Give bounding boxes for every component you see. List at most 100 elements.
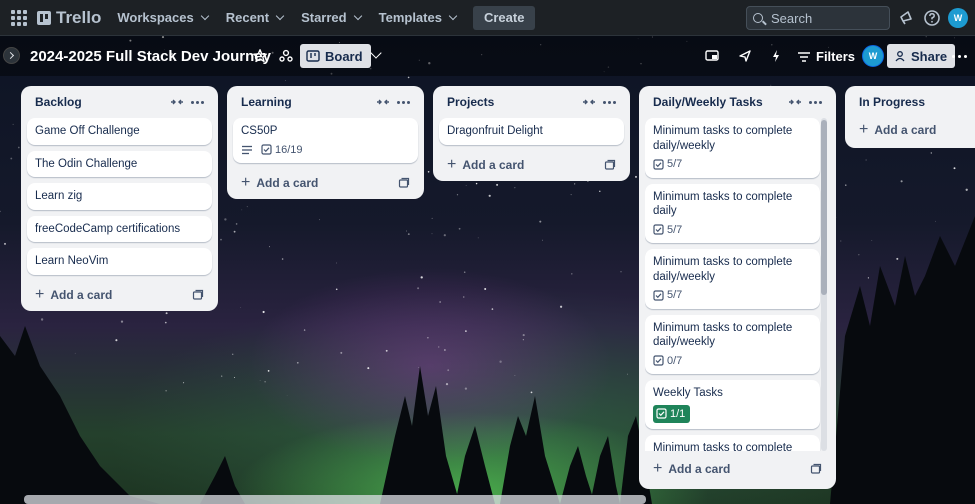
- nav-starred[interactable]: Starred: [292, 4, 370, 32]
- card[interactable]: Minimum tasks to complete daily/weekly 5…: [645, 249, 820, 309]
- create-from-template-icon[interactable]: [604, 159, 616, 171]
- card-title: Game Off Challenge: [35, 125, 140, 137]
- list-scrollbar[interactable]: [821, 118, 827, 451]
- card-badges: 16/19: [241, 143, 410, 158]
- nav-recent-label: Recent: [225, 10, 270, 25]
- list-daily-weekly-tasks: Daily/Weekly Tasks Minimum tasks to comp…: [639, 86, 836, 489]
- card[interactable]: CS50P 16/19: [233, 118, 418, 163]
- description-icon: [242, 145, 252, 154]
- list-actions-icon[interactable]: [809, 101, 822, 104]
- card-badges: 1/1: [653, 404, 812, 423]
- list-actions-icon[interactable]: [397, 101, 410, 104]
- filters-button[interactable]: Filters: [798, 49, 855, 64]
- list-title[interactable]: Backlog: [35, 95, 82, 109]
- checklist-badge: 5/7: [653, 223, 682, 238]
- search-input[interactable]: Search: [746, 6, 890, 30]
- board-view-label: Board: [325, 48, 363, 64]
- collapse-list-icon[interactable]: [376, 96, 390, 108]
- board-menu-icon[interactable]: [952, 55, 967, 58]
- nav-templates[interactable]: Templates: [370, 4, 465, 32]
- card-badges: 5/7: [653, 288, 812, 303]
- list-title[interactable]: In Progress: [859, 95, 925, 109]
- card[interactable]: Weekly Tasks 1/1: [645, 380, 820, 429]
- card-scroll-area[interactable]: Minimum tasks to complete daily/weekly 5…: [645, 118, 830, 451]
- workspace-visibility-icon[interactable]: [278, 48, 294, 64]
- nav-templates-label: Templates: [378, 10, 442, 25]
- create-button[interactable]: Create: [472, 5, 536, 30]
- list-header[interactable]: Projects: [439, 86, 624, 118]
- checklist-badge: 0/7: [653, 354, 682, 369]
- card-badges: 5/7: [653, 157, 812, 172]
- star-icon[interactable]: [252, 48, 268, 64]
- card[interactable]: Dragonfruit Delight: [439, 118, 624, 145]
- add-card-label: Add a card: [50, 287, 113, 302]
- card[interactable]: Minimum tasks to complete daily/weekly: [645, 435, 820, 451]
- board-member-avatar[interactable]: W: [862, 45, 884, 67]
- share-button[interactable]: Share: [887, 44, 956, 68]
- board-title[interactable]: 2024-2025 Full Stack Dev Journey: [30, 48, 271, 65]
- list-title[interactable]: Projects: [447, 95, 494, 109]
- card[interactable]: The Odin Challenge: [27, 150, 212, 177]
- nav-recent[interactable]: Recent: [217, 4, 292, 32]
- chevron-down-icon: [200, 11, 209, 20]
- add-card-button[interactable]: + Add a card: [27, 279, 212, 311]
- power-ups-icon[interactable]: [704, 48, 720, 64]
- list-actions-icon[interactable]: [191, 101, 204, 104]
- checklist-count: 1/1: [670, 407, 686, 420]
- create-from-template-icon[interactable]: [192, 289, 204, 301]
- list-header[interactable]: Daily/Weekly Tasks: [645, 86, 830, 118]
- add-card-button[interactable]: + Add a card: [851, 114, 969, 146]
- add-member-icon: [895, 51, 905, 62]
- card[interactable]: freeCodeCamp certifications: [27, 215, 212, 242]
- lightning-icon[interactable]: [768, 48, 784, 64]
- board-horizontal-scrollbar[interactable]: [24, 495, 646, 504]
- collapse-list-icon[interactable]: [788, 96, 802, 108]
- card[interactable]: Learn zig: [27, 183, 212, 210]
- board-view-button[interactable]: Board: [300, 44, 371, 68]
- card-title: Learn NeoVim: [35, 255, 109, 267]
- nav-starred-label: Starred: [301, 10, 347, 25]
- checklist-count: 16/19: [275, 143, 303, 156]
- megaphone-icon[interactable]: [897, 9, 915, 27]
- chevron-down-icon: [448, 11, 458, 20]
- sidebar-expand-button[interactable]: [3, 47, 20, 64]
- chevron-down-icon: [275, 11, 285, 20]
- card-badges: 5/7: [653, 223, 812, 238]
- list-title[interactable]: Daily/Weekly Tasks: [653, 95, 763, 109]
- card[interactable]: Game Off Challenge: [27, 118, 212, 145]
- card[interactable]: Minimum tasks to complete daily 5/7: [645, 183, 820, 243]
- nav-workspaces-label: Workspaces: [117, 10, 194, 25]
- user-avatar[interactable]: W: [948, 8, 968, 28]
- list-header[interactable]: Backlog: [27, 86, 212, 118]
- add-card-label: Add a card: [462, 157, 525, 172]
- checklist-icon: [653, 159, 664, 170]
- list-title[interactable]: Learning: [241, 95, 292, 109]
- add-card-button[interactable]: + Add a card: [645, 453, 830, 485]
- list-scrollbar-thumb[interactable]: [821, 120, 827, 295]
- create-from-template-icon[interactable]: [398, 177, 410, 189]
- checklist-icon: [261, 144, 272, 155]
- trello-logo[interactable]: Trello: [37, 8, 101, 28]
- help-icon[interactable]: [923, 9, 941, 27]
- card-title: The Odin Challenge: [35, 157, 138, 170]
- collapse-list-icon[interactable]: [582, 96, 596, 108]
- create-from-template-icon[interactable]: [810, 463, 822, 475]
- card-list: Dragonfruit Delight: [439, 118, 624, 145]
- card-list: Game Off Challenge The Odin Challenge Le…: [27, 118, 212, 275]
- app-switcher-icon[interactable]: [9, 8, 29, 28]
- automation-icon[interactable]: [737, 48, 753, 64]
- card[interactable]: Minimum tasks to complete daily/weekly 5…: [645, 118, 820, 178]
- card-title: Dragonfruit Delight: [447, 125, 543, 137]
- view-switcher-chevron-icon[interactable]: [370, 47, 382, 59]
- checklist-badge: 5/7: [653, 288, 682, 303]
- list-actions-icon[interactable]: [603, 101, 616, 104]
- add-card-button[interactable]: + Add a card: [439, 149, 624, 181]
- nav-workspaces[interactable]: Workspaces: [108, 4, 216, 32]
- collapse-list-icon[interactable]: [170, 96, 184, 108]
- card[interactable]: Minimum tasks to complete daily/weekly 0…: [645, 314, 820, 374]
- search-placeholder: Search: [771, 10, 813, 26]
- card-list: CS50P 16/19: [233, 118, 418, 163]
- list-header[interactable]: Learning: [233, 86, 418, 118]
- add-card-button[interactable]: + Add a card: [233, 167, 418, 199]
- card[interactable]: Learn NeoVim: [27, 248, 212, 275]
